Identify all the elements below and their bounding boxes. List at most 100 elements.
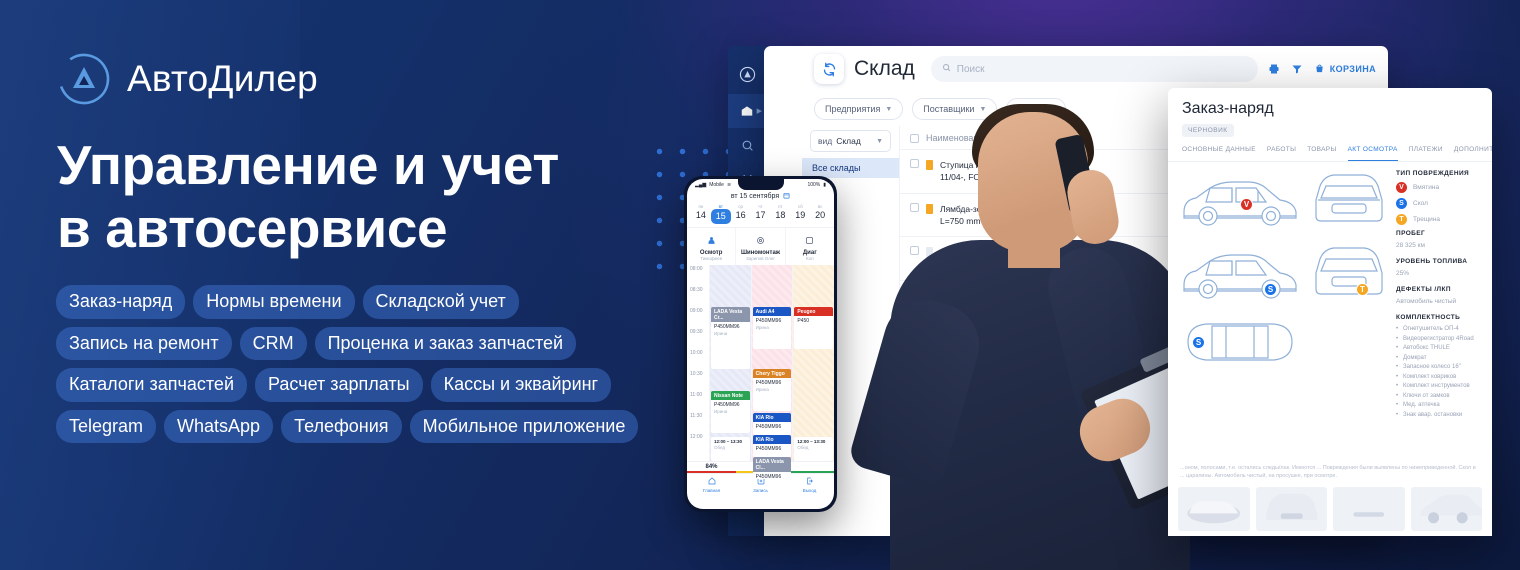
event-title: Nissan Note bbox=[711, 391, 750, 400]
feature-tag[interactable]: CRM bbox=[239, 326, 307, 360]
calendar-daynum: 18 bbox=[775, 210, 786, 220]
car-side-view[interactable]: V bbox=[1176, 170, 1304, 235]
car-rear-view[interactable]: T bbox=[1310, 243, 1388, 308]
time-label: 09:30 bbox=[690, 329, 703, 335]
order-tab[interactable]: ОСНОВНЫЕ ДАННЫЕ bbox=[1182, 146, 1256, 161]
schedule-event[interactable]: KIA Rio Р450ММ96 bbox=[752, 413, 792, 435]
sidebar-app-logo-icon[interactable] bbox=[728, 54, 766, 94]
phone-notch bbox=[737, 179, 784, 190]
schedule-event[interactable]: Chery Tiggo Р450ММ96 Ирина bbox=[752, 369, 792, 411]
event-plate: Р450ММ96 bbox=[755, 380, 782, 386]
feature-tag[interactable]: Расчет зарплаты bbox=[255, 368, 423, 402]
equipment-item: Ключи от замков bbox=[1396, 393, 1486, 399]
cart-button[interactable]: КОРЗИНА bbox=[1314, 63, 1376, 76]
feature-tag[interactable]: Складской учет bbox=[362, 285, 519, 319]
inspection-details: ТИП ПОВРЕЖДЕНИЯ V Вмятина S Скол T Трещина ПР… bbox=[1388, 170, 1492, 462]
calendar-icon[interactable] bbox=[783, 192, 790, 201]
order-tab[interactable]: ДОПОЛНИТЕЛЬНО bbox=[1454, 146, 1492, 161]
schedule-column-header[interactable]: Диаг Кол bbox=[784, 228, 834, 265]
event-title: KIA Rio bbox=[752, 413, 792, 422]
order-tab[interactable]: АКТ ОСМОТРА bbox=[1347, 146, 1398, 161]
car-diagram-row: S T bbox=[1176, 243, 1388, 308]
calendar-day[interactable]: вс 20 bbox=[810, 204, 830, 224]
filter-icon[interactable] bbox=[1291, 63, 1303, 75]
order-tab[interactable]: ТОВАРЫ bbox=[1307, 146, 1336, 161]
lunch-block[interactable]: 12:00 – 13:30 Обед bbox=[711, 437, 750, 461]
time-label: 10:00 bbox=[690, 350, 703, 356]
car-photo-thumbnail[interactable] bbox=[1410, 486, 1482, 531]
damage-legend-item: V Вмятина bbox=[1396, 182, 1486, 193]
calendar-daynum: 15 bbox=[710, 209, 731, 224]
feature-tag[interactable]: Телефония bbox=[281, 409, 402, 443]
calendar-day[interactable]: пн 14 bbox=[691, 204, 711, 224]
car-photo-thumbnail[interactable] bbox=[1333, 486, 1405, 531]
event-client: Ирина bbox=[755, 325, 769, 330]
damage-marker-chip-2[interactable]: S bbox=[1192, 336, 1205, 349]
order-tab[interactable]: РАБОТЫ bbox=[1267, 146, 1296, 161]
feature-tag-list: Заказ-наряд Нормы времени Складской учет За… bbox=[56, 285, 639, 451]
car-photo-thumbnail[interactable] bbox=[1178, 486, 1250, 531]
calendar-day[interactable]: пт 18 bbox=[770, 204, 790, 224]
schedule-event[interactable]: Nissan Note Р450ММ96 Ирина bbox=[711, 391, 750, 433]
cart-label: КОРЗИНА bbox=[1329, 64, 1376, 74]
schedule-event[interactable]: Peugeo Р450 bbox=[794, 307, 834, 349]
photo-thumbnails bbox=[1168, 481, 1492, 531]
schedule-event[interactable]: KIA Rio Р450ММ96 bbox=[752, 435, 792, 457]
event-plate: Р450ММ96 bbox=[755, 474, 782, 479]
phone-lane-3[interactable]: Peugeo Р450 12:00 – 13:30 Обед bbox=[792, 265, 834, 461]
event-title: KIA Rio bbox=[752, 435, 792, 444]
calendar-day[interactable]: ср 16 bbox=[731, 204, 751, 224]
phone-lane-2[interactable]: Audi A4 Р450ММ96 Ирина Chery Tiggo Р450ММ96 И… bbox=[750, 265, 793, 479]
car-top-view[interactable]: S bbox=[1176, 316, 1304, 373]
equipment-item: Домкрат bbox=[1396, 355, 1486, 361]
calendar-day[interactable]: сб 19 bbox=[790, 204, 810, 224]
feature-tag[interactable]: Заказ-наряд bbox=[56, 285, 186, 319]
nav-item[interactable]: Выход bbox=[785, 477, 834, 493]
car-diagram-row: S bbox=[1176, 316, 1388, 373]
order-tab[interactable]: ПЛАТЕЖИ bbox=[1409, 146, 1443, 161]
feature-tag[interactable]: Telegram bbox=[56, 409, 157, 443]
feature-tag[interactable]: Каталоги запчастей bbox=[56, 368, 247, 402]
calendar-day[interactable]: вт 15 bbox=[710, 204, 731, 224]
order-panel: Заказ-наряд черновик ОСНОВНЫЕ ДАННЫЕ РАБО… bbox=[1168, 88, 1492, 536]
equipment-title: КОМПЛЕКТНОСТЬ bbox=[1396, 314, 1461, 321]
nav-item[interactable]: Главная bbox=[687, 477, 736, 493]
phone-time-axis: 08:00 08:30 09:00 09:30 10:00 10:30 11:00 11:30… bbox=[687, 265, 709, 461]
calendar-day[interactable]: чт 17 bbox=[751, 204, 771, 224]
car-front-view[interactable] bbox=[1310, 170, 1388, 235]
print-icon[interactable] bbox=[1268, 63, 1280, 75]
brand-logo[interactable]: АвтоДилер bbox=[57, 52, 318, 106]
feature-tag[interactable]: Проценка и заказ запчастей bbox=[314, 326, 577, 360]
sidebar-item-warehouse[interactable]: ▶ bbox=[728, 94, 766, 128]
battery-label: 100% bbox=[807, 182, 821, 188]
sidebar-item-search[interactable] bbox=[728, 128, 766, 162]
schedule-column-header[interactable]: Осмотр Тимофеев bbox=[687, 228, 735, 265]
car-side-view-2[interactable]: S bbox=[1176, 243, 1304, 308]
phone-screen: ▂▄▆ Mobile ≋ 100% ▮ вт 15 сентября пн 14 в… bbox=[687, 179, 834, 509]
nav-item[interactable]: Запись bbox=[736, 477, 785, 493]
phone-lane-1[interactable]: LADA Vesta Cr... Р450ММ96 Ирина Nissan Note… bbox=[709, 265, 751, 461]
schedule-event[interactable]: LADA Vesta Cr... Р450ММ96 Ирина bbox=[711, 307, 750, 369]
car-photo-thumbnail[interactable] bbox=[1255, 486, 1327, 531]
damage-marker-chip[interactable]: S bbox=[1264, 283, 1277, 296]
damage-marker-crack[interactable]: T bbox=[1356, 283, 1369, 296]
feature-tag[interactable]: Мобильное приложение bbox=[409, 409, 639, 443]
equipment-item: Знак авар. остановки bbox=[1396, 412, 1486, 418]
feature-tag-row: Telegram WhatsApp Телефония Мобильное прило… bbox=[56, 409, 639, 443]
damage-marker-dent[interactable]: V bbox=[1240, 198, 1253, 211]
fuel-title: УРОВЕНЬ ТОПЛИВА bbox=[1396, 258, 1468, 265]
car-diagram-row: V bbox=[1176, 170, 1388, 235]
lunch-label: Обед bbox=[797, 445, 809, 450]
feature-tag[interactable]: Нормы времени bbox=[193, 285, 355, 319]
phone-date-header[interactable]: вт 15 сентября bbox=[687, 188, 834, 204]
feature-tag[interactable]: Запись на ремонт bbox=[56, 326, 232, 360]
schedule-event[interactable]: Audi A4 Р450ММ96 Ирина bbox=[752, 307, 792, 349]
event-title: Audi A4 bbox=[752, 307, 792, 316]
feature-tag[interactable]: WhatsApp bbox=[164, 409, 274, 443]
damage-legend-dot: S bbox=[1396, 198, 1407, 209]
lunch-block[interactable]: 12:00 – 13:30 Обед bbox=[794, 437, 834, 461]
schedule-event[interactable]: LADA Vesta Cl... Р450ММ96 bbox=[752, 457, 792, 479]
schedule-column-header[interactable]: Шиномонтаж Зарипов Олег bbox=[735, 228, 784, 265]
feature-tag[interactable]: Кассы и эквайринг bbox=[430, 368, 612, 402]
order-title: Заказ-наряд bbox=[1182, 100, 1274, 117]
